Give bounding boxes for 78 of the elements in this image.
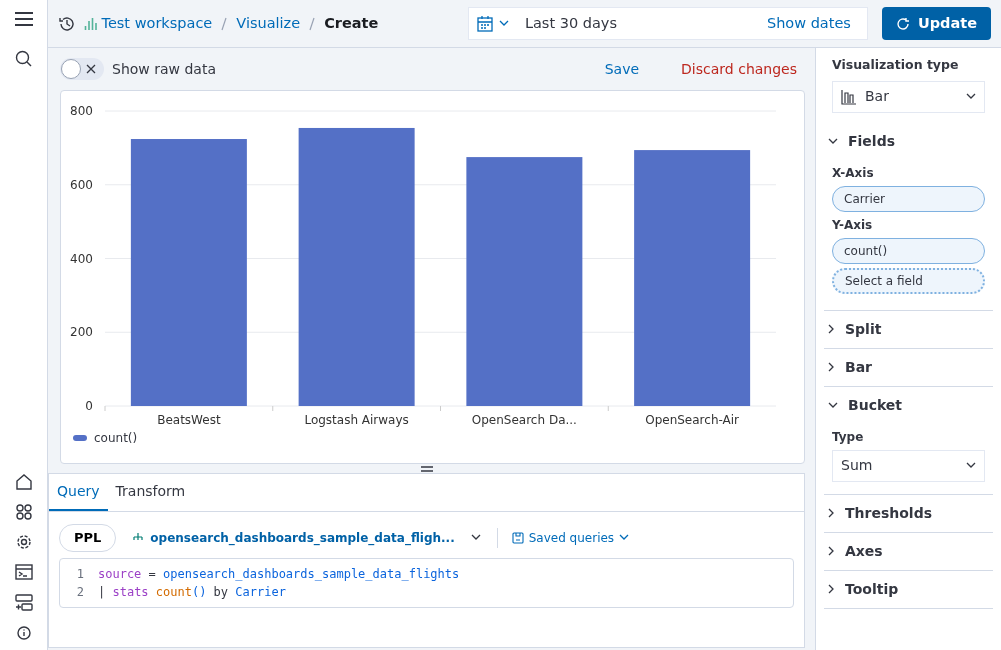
line-number: 2 [75, 583, 84, 601]
tab[interactable]: Transform [107, 474, 194, 511]
chevron-right-icon [828, 508, 835, 519]
chevron-down-icon [828, 137, 838, 145]
menu-icon[interactable] [14, 12, 33, 26]
axis-tick-label: 200 [70, 325, 93, 340]
line-number: 1 [75, 565, 84, 583]
panel-title: Visualization type [832, 56, 960, 74]
field-label: Y-Axis [832, 216, 874, 234]
breadcrumb-separator-icon [308, 16, 317, 31]
category-label: OpenSearch Da... [471, 413, 577, 427]
section-header[interactable]: Bucket [824, 386, 993, 424]
date-picker[interactable]: Last 30 days Show dates [467, 7, 868, 40]
caret-icon [470, 534, 481, 542]
legend-label[interactable]: count() [94, 429, 138, 447]
chevron-right-icon [828, 324, 835, 335]
axis-tick-label: 0 [85, 399, 93, 413]
save-link[interactable]: Save [596, 58, 648, 80]
visualization-type-select[interactable]: Bar [832, 80, 985, 113]
chevron-right-icon [828, 362, 835, 373]
section-header[interactable]: Tooltip [824, 570, 993, 608]
field-drop-zone[interactable]: Select a field [832, 267, 985, 294]
field-label: X-Axis [832, 164, 875, 182]
save-icon [511, 531, 524, 544]
axis-tick-label: 400 [70, 251, 93, 266]
update-button[interactable]: Update [881, 7, 991, 40]
discard-changes-link[interactable]: Discard changes [673, 58, 805, 80]
dataset-selector[interactable]: opensearch_dashboards_sample_data_fligh... [126, 527, 487, 548]
add-panel-icon[interactable] [14, 594, 33, 612]
calendar-icon [476, 15, 493, 32]
section-header[interactable]: Axes [824, 532, 993, 570]
caret-icon [966, 462, 976, 470]
language-button[interactable]: PPL [59, 524, 117, 552]
search-icon[interactable] [14, 50, 33, 68]
resize-handle-icon[interactable] [420, 465, 433, 472]
tab[interactable]: Query [49, 474, 108, 511]
caret-icon [966, 93, 976, 101]
history-icon[interactable] [58, 14, 76, 33]
settings-icon[interactable] [15, 534, 32, 550]
chevron-right-icon [828, 584, 835, 595]
caret-icon [498, 20, 509, 27]
code-line: | stats count() by Carrier [98, 584, 286, 599]
breadcrumb-link[interactable]: Visualize [236, 12, 301, 35]
axis-tick-label: 600 [70, 177, 93, 192]
cross-icon [86, 64, 96, 74]
field-chip[interactable]: count() [832, 237, 985, 264]
category-label: Logstash Airways [304, 413, 409, 427]
category-label: BeatsWest [157, 413, 221, 427]
breadcrumb-current: Create [324, 13, 379, 33]
field-chip[interactable]: Carrier [832, 185, 985, 212]
info-icon[interactable] [16, 626, 31, 640]
home-icon[interactable] [15, 474, 32, 490]
date-range: Last 30 days [524, 13, 617, 33]
section-header[interactable]: Bar [824, 348, 993, 386]
legend-swatch [73, 435, 87, 441]
breadcrumb-link[interactable]: Test workspace [84, 12, 213, 35]
show-dates-link[interactable]: Show dates [758, 12, 859, 35]
section-header[interactable]: Thresholds [824, 494, 993, 532]
section-header[interactable]: Split [824, 310, 993, 348]
chevron-down-icon [828, 401, 838, 409]
toggle-switch[interactable] [60, 58, 104, 80]
chevron-right-icon [828, 546, 835, 557]
axis-tick-label: 800 [70, 104, 93, 118]
section-header[interactable]: Fields [824, 122, 993, 160]
toggle-label: Show raw data [112, 59, 216, 79]
breadcrumb-separator-icon [220, 16, 229, 31]
apps-icon[interactable] [15, 504, 32, 520]
refresh-icon [895, 16, 910, 31]
field-label: Type [832, 428, 865, 446]
code-editor[interactable]: 1 source = opensearch_dashboards_sample_data_flights 2 | stats count() by Carrier [59, 557, 794, 608]
bar-chart-icon [84, 16, 98, 31]
category-label: OpenSearch-Air [645, 413, 740, 427]
saved-queries-button[interactable]: Saved queries [496, 527, 636, 548]
code-line: source = opensearch_dashboards_sample_data_flights [98, 566, 460, 581]
bar-chart-icon [841, 88, 857, 105]
console-icon[interactable] [14, 564, 33, 580]
caret-icon [619, 534, 630, 542]
select-field[interactable]: Sum [832, 449, 985, 482]
